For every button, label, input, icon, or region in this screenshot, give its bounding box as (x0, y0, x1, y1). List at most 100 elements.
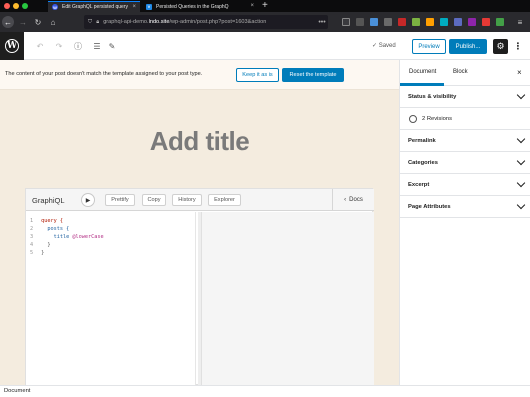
chevron-down-icon (516, 90, 526, 100)
copy-button[interactable]: Copy (142, 194, 166, 206)
zoom-window-button[interactable] (22, 3, 28, 9)
code-line: 5 } (30, 250, 44, 258)
close-tab-icon[interactable]: × (250, 3, 254, 9)
tab-document[interactable]: Document (409, 69, 436, 75)
explorer-button[interactable]: Explorer (208, 194, 241, 206)
history-button[interactable]: History (172, 194, 202, 206)
panel-page-attributes[interactable]: Page Attributes (400, 196, 530, 218)
code-text: query { (41, 218, 63, 224)
notice-text: The content of your post doesn't match t… (5, 71, 203, 77)
url-path: /wp-admin/post.php?post=1603&action (169, 19, 267, 25)
close-tab-icon[interactable]: × (132, 4, 136, 10)
chevron-down-icon (516, 200, 526, 210)
new-tab-button[interactable]: + (262, 0, 268, 12)
panel-excerpt[interactable]: Excerpt (400, 174, 530, 196)
more-options-button[interactable]: ⋮ (513, 39, 523, 54)
prettify-button[interactable]: Prettify (105, 194, 135, 206)
close-window-button[interactable] (4, 3, 10, 9)
edit-icon[interactable]: ✎ (106, 40, 118, 52)
saved-status: ✓ Saved (372, 42, 396, 49)
revisions-link[interactable]: 2 Revisions (400, 108, 530, 130)
app-window: { "browser": { "tabs": [ {"title": "Edit… (0, 0, 530, 397)
wordpress-logo[interactable]: W (0, 32, 24, 60)
block-navigation-icon[interactable]: ☰ (91, 40, 103, 52)
editor-canvas: The content of your post doesn't match t… (0, 60, 399, 385)
code-text: } (41, 242, 51, 248)
panel-title: Status & visibility (408, 94, 457, 100)
chevron-down-icon (516, 178, 526, 188)
browser-tab-persisted-queries[interactable]: V Persisted Queries in the GraphQ × (142, 1, 258, 12)
directive-token: @lowerCase (72, 234, 104, 240)
check-icon: ✓ (372, 43, 378, 49)
extension-icon[interactable] (426, 18, 434, 26)
home-button[interactable]: ⌂ (47, 16, 59, 28)
docs-button[interactable]: ‹ Docs (332, 189, 374, 211)
adblock-icon[interactable] (398, 18, 406, 26)
lock-icon: 🔒︎ (96, 18, 100, 25)
reload-button[interactable]: ↻ (32, 16, 44, 28)
extension-icon[interactable] (370, 18, 378, 26)
info-icon[interactable]: ⓘ (72, 40, 84, 52)
browser-nav-bar: ← → ↻ ⌂ ⛉ 🔒︎ graphql-api-demo. lndo.site /… (0, 12, 530, 32)
post-title-input[interactable]: Add title (0, 126, 399, 157)
sidebar-tabs: Document Block × (400, 60, 530, 86)
panel-title: Page Attributes (408, 204, 451, 210)
undo-icon[interactable]: ↶ (34, 40, 46, 52)
result-pane (201, 212, 374, 385)
tab-title: Edit GraphQL persisted query (62, 4, 128, 10)
preview-button[interactable]: Preview (412, 39, 446, 54)
docs-label: Docs (349, 197, 363, 203)
code-text: } (41, 250, 45, 256)
chevron-down-icon (516, 156, 526, 166)
wordpress-icon: W (5, 39, 19, 53)
url-prefix: graphql-api-demo. (103, 19, 149, 25)
breadcrumb[interactable]: Document (4, 388, 30, 394)
code-text: posts { (41, 226, 70, 232)
extension-icon[interactable] (384, 18, 392, 26)
panel-categories[interactable]: Categories (400, 152, 530, 174)
play-icon: ▶ (85, 197, 91, 204)
url-host: lndo.site (148, 19, 170, 25)
publish-button[interactable]: Publish... (449, 39, 487, 54)
run-query-button[interactable]: ▶ (81, 193, 95, 207)
page-actions-icon[interactable]: ••• (316, 16, 328, 28)
gear-icon: ⚙ (496, 41, 505, 51)
url-bar[interactable]: ⛉ 🔒︎ graphql-api-demo. lndo.site/wp-admin… (84, 15, 328, 29)
code-line: 4 } (30, 242, 51, 250)
shield-icon: ⛉ (88, 18, 93, 25)
browser-tab-edit-query[interactable]: W Edit GraphQL persisted query × (48, 1, 140, 12)
minimize-window-button[interactable] (13, 3, 19, 9)
chevron-left-icon: ‹ (344, 197, 347, 203)
wordpress-favicon-icon: W (52, 4, 58, 10)
settings-button[interactable]: ⚙ (493, 39, 508, 54)
keep-it-button[interactable]: Keep it as is (236, 68, 279, 82)
extension-icon[interactable] (482, 18, 490, 26)
history-icon (409, 115, 417, 123)
sidebar-toggle-icon[interactable] (356, 18, 364, 26)
extension-icon[interactable] (468, 18, 476, 26)
panel-title: Excerpt (408, 182, 430, 188)
extension-icon[interactable] (454, 18, 462, 26)
redo-icon[interactable]: ↷ (53, 40, 65, 52)
chevron-down-icon (516, 134, 526, 144)
forward-button[interactable]: → (17, 16, 29, 28)
panel-permalink[interactable]: Permalink (400, 130, 530, 152)
graphiql-toolbar: GraphiQL ▶ Prettify Copy History Explore… (26, 189, 374, 211)
code-text: title (41, 234, 73, 240)
extension-icon[interactable] (440, 18, 448, 26)
extension-icon[interactable] (412, 18, 420, 26)
back-button[interactable]: ← (2, 16, 14, 28)
graphiql-block: GraphiQL ▶ Prettify Copy History Explore… (25, 188, 374, 385)
extension-icon[interactable] (496, 18, 504, 26)
panel-status-visibility[interactable]: Status & visibility (400, 86, 530, 108)
library-icon[interactable] (342, 18, 350, 26)
code-line: 1 query { (30, 218, 63, 226)
line-number: 1 (30, 218, 34, 224)
revisions-label: 2 Revisions (422, 116, 452, 122)
close-sidebar-icon[interactable]: × (517, 68, 522, 77)
reset-template-button[interactable]: Reset the template (282, 68, 344, 82)
menu-icon[interactable]: ≡ (514, 16, 526, 28)
browser-tab-bar: W Edit GraphQL persisted query × V Persi… (0, 0, 530, 12)
tab-block[interactable]: Block (453, 69, 468, 75)
query-editor[interactable]: 1 query { 2 posts { 3 title @lowerCase 4… (26, 212, 196, 385)
